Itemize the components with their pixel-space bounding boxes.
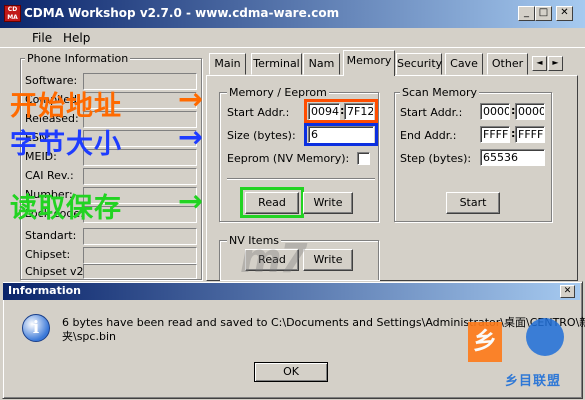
scan-step-input[interactable]: 65536 [480,149,545,166]
nv-write-button[interactable]: Write [303,249,353,271]
brand-globe-icon [526,318,564,356]
dialog-title: Information [8,284,81,297]
scan-start-addr-label: Start Addr.: [400,106,463,119]
dialog-close-button[interactable]: ✕ [560,285,575,298]
memory-divider [227,178,375,180]
chipset-field [83,247,197,264]
tab-scroll-left-button[interactable]: ◄ [532,56,547,71]
eeprom-checkbox[interactable] [357,152,370,165]
tab-other[interactable]: Other [487,53,528,75]
annotation-arrow-green-icon: → [178,184,205,219]
scan-end-hi-input[interactable]: FFFF [480,126,510,143]
scan-end-addr-label: End Addr.: [400,129,457,142]
annotation-byte-size: 字节大小 [10,129,122,160]
phone-info-title: Phone Information [25,52,131,65]
eeprom-label: Eeprom (NV Memory): [227,152,350,165]
memory-start-addr-lo-input[interactable]: 7F12 [344,103,374,120]
scan-memory-title: Scan Memory [400,86,479,99]
memory-read-button[interactable]: Read [245,192,299,214]
standart-label: Standart: [25,229,77,242]
chipset-v2-label: Chipset v2: [25,265,88,278]
app-logo-icon: CD MA [4,5,21,22]
tab-security[interactable]: Security [396,53,442,75]
annotation-arrow-blue-icon: → [178,120,205,155]
scan-end-lo-input[interactable]: FFFF [515,126,545,143]
menu-help[interactable]: Help [63,31,90,45]
memory-start-addr-hi-input[interactable]: 0094 [308,103,340,120]
menu-file[interactable]: File [32,31,52,45]
scan-start-lo-input[interactable]: 0000 [515,103,545,120]
memory-eeprom-title: Memory / Eeprom [227,86,329,99]
annotation-arrow-orange-icon: → [178,82,205,117]
tab-main[interactable]: Main [209,53,246,75]
dialog-message-line1: 6 bytes have been read and saved to C:\D… [62,316,585,329]
chipset-v2-field [83,264,197,279]
chipset-label: Chipset: [25,248,71,261]
annotation-read-save: 读取保存 [10,193,122,224]
memory-write-button[interactable]: Write [303,192,353,214]
scan-start-hi-input[interactable]: 0000 [480,103,510,120]
tab-cave[interactable]: Cave [445,53,483,75]
ok-button[interactable]: OK [254,362,328,382]
tab-scroll-right-button[interactable]: ► [548,56,563,71]
tab-nam[interactable]: Nam [303,53,340,75]
standart-field [83,228,197,245]
dialog-title-bar [3,283,580,300]
brand-name: 乡目联盟 [505,374,562,389]
watermark-text: m7 [240,236,308,282]
scan-step-label: Step (bytes): [400,152,472,165]
cai-rev-field [83,168,197,185]
annotation-start-addr: 开始地址 [10,91,122,122]
cai-rev-label: CAI Rev.: [25,169,74,182]
window-title: CDMA Workshop v2.7.0 - www.cdma-ware.com [24,6,340,20]
minimize-button[interactable]: _ [518,6,535,21]
scan-start-button[interactable]: Start [446,192,500,214]
memory-start-addr-label: Start Addr.: [227,106,290,119]
info-icon: i [22,314,50,342]
memory-size-label: Size (bytes): [227,129,296,142]
tab-terminal[interactable]: Terminal [251,53,302,75]
maximize-button[interactable]: □ [535,6,552,21]
dialog-message-line2: 夹\spc.bin [62,330,116,343]
brand-logo-icon: 乡 [468,322,502,362]
close-button[interactable]: ✕ [556,6,573,21]
tab-memory[interactable]: Memory [343,50,395,76]
memory-size-input[interactable]: 6 [308,126,374,143]
